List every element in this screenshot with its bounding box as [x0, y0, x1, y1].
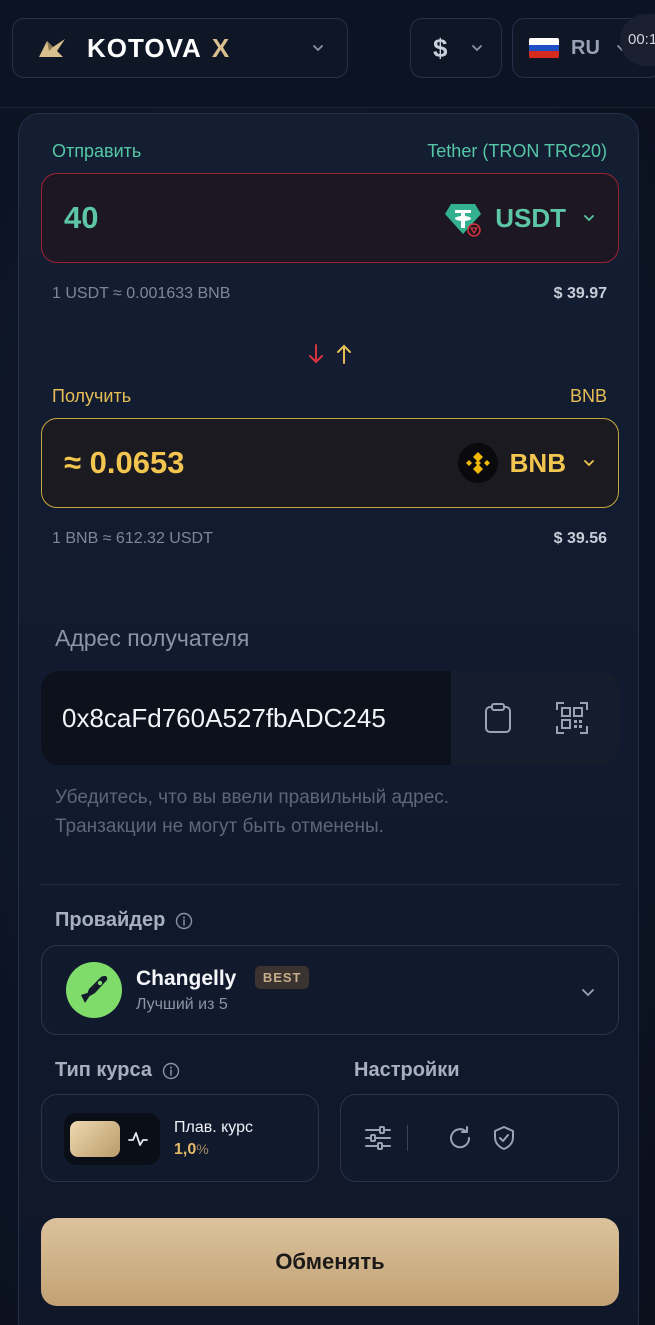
rate-type-unit: % — [196, 1141, 209, 1157]
send-rate: 1 USDT ≈ 0.001633 BNB — [52, 285, 231, 302]
provider-subtitle: Лучший из 5 — [136, 996, 228, 1013]
warning-line-1: Убедитесь, что вы ввели правильный адрес… — [55, 787, 450, 808]
receive-network: BNB — [569, 386, 607, 406]
sliders-icon[interactable] — [363, 1123, 393, 1153]
receive-label: Получить — [52, 386, 132, 406]
currency-selector[interactable]: $ — [410, 18, 502, 78]
top-header: KOTOVA X $ RU 00:1 — [0, 0, 655, 108]
settings-separator — [407, 1125, 408, 1151]
language-code: RU — [571, 36, 600, 59]
exchange-card: Отправить Tether (TRON TRC20) 40 USDT 1 … — [18, 113, 639, 1325]
settings-title: Настройки — [354, 1059, 460, 1082]
chevron-down-icon — [584, 215, 594, 222]
rate-type-toggle[interactable] — [64, 1113, 160, 1165]
qr-scan-icon[interactable] — [554, 700, 590, 736]
bnb-icon — [457, 443, 498, 483]
rate-type-name: Плав. курс — [174, 1119, 254, 1136]
receive-amount: ≈ 0.0653 — [64, 445, 185, 480]
russia-flag-icon — [529, 38, 559, 58]
recipient-address-input[interactable] — [41, 671, 451, 765]
chevron-down-icon — [584, 460, 594, 467]
recipient-address-field — [41, 671, 619, 765]
receive-rate: 1 BNB ≈ 612.32 USDT — [52, 530, 213, 547]
recipient-address-title: Адрес получателя — [55, 625, 250, 651]
currency-sign: $ — [433, 32, 448, 63]
receive-usd-value: $ 39.56 — [553, 530, 607, 547]
send-usd-value: $ 39.97 — [553, 285, 607, 302]
swap-direction-button[interactable] — [308, 342, 352, 366]
provider-name: Changelly — [136, 967, 237, 990]
pulse-icon — [128, 1132, 148, 1146]
chevron-down-icon — [313, 45, 323, 52]
brand-suffix: X — [211, 32, 230, 63]
send-coin-name: USDT — [495, 202, 566, 233]
rate-type-percent: 1,0 — [174, 1141, 197, 1158]
settings-panel — [340, 1094, 619, 1182]
send-amount-field[interactable]: 40 USDT — [41, 173, 619, 263]
chevron-down-icon — [472, 45, 482, 52]
send-coin-selector[interactable]: USDT — [443, 198, 596, 238]
send-amount[interactable]: 40 — [64, 200, 98, 236]
shield-check-icon[interactable] — [490, 1124, 518, 1152]
provider-title: Провайдер — [55, 909, 193, 932]
rate-type-title-text: Тип курса — [55, 1059, 152, 1081]
provider-selector[interactable]: Changelly BEST Лучший из 5 — [41, 945, 619, 1035]
info-icon[interactable] — [162, 1062, 180, 1080]
address-warning: Убедитесь, что вы ввели правильный адрес… — [55, 783, 449, 841]
arrow-up-icon — [337, 344, 351, 364]
rate-type-selector[interactable]: Плав. курс 1,0% — [41, 1094, 319, 1182]
paste-clipboard-icon[interactable] — [480, 700, 516, 736]
exchange-page: KOTOVA X $ RU 00:1 Отправить Tether (TRO… — [0, 0, 655, 1325]
toggle-knob — [70, 1121, 120, 1157]
send-network: Tether (TRON TRC20) — [427, 141, 607, 161]
send-label: Отправить — [52, 141, 142, 161]
rate-type-title: Тип курса — [55, 1059, 180, 1082]
usdt-icon — [445, 204, 482, 237]
brand-selector[interactable]: KOTOVA X — [12, 18, 348, 78]
refresh-icon[interactable] — [446, 1124, 474, 1152]
settings-title-text: Настройки — [354, 1059, 460, 1081]
best-badge: BEST — [254, 966, 310, 989]
warning-line-2: Транзакции не могут быть отменены. — [55, 816, 384, 837]
exchange-button[interactable]: Обменять — [41, 1218, 619, 1306]
receive-amount-field[interactable]: ≈ 0.0653 BNB — [41, 418, 619, 508]
receive-coin-selector[interactable]: BNB — [457, 443, 596, 483]
chevron-down-icon — [582, 989, 594, 997]
divider — [41, 884, 619, 885]
provider-title-text: Провайдер — [55, 909, 166, 931]
changelly-logo-icon — [66, 962, 122, 1018]
address-actions — [451, 671, 619, 765]
brand-name: KOTOVA — [87, 32, 202, 63]
arrow-down-icon — [309, 344, 323, 364]
fox-logo-icon — [39, 39, 65, 57]
provider-info: Changelly BEST Лучший из 5 — [136, 966, 310, 1014]
receive-coin-name: BNB — [509, 447, 566, 478]
rate-type-value: 1,0% — [174, 1141, 209, 1159]
info-icon[interactable] — [175, 912, 193, 930]
